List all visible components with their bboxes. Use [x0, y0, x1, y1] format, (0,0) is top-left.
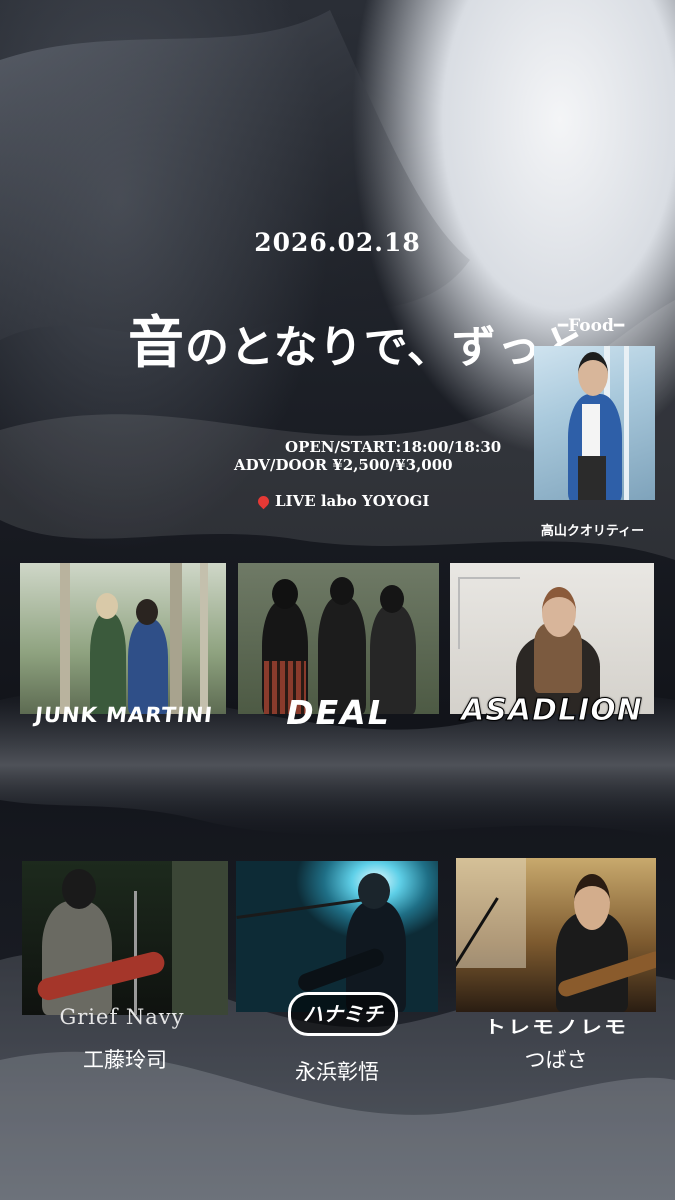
event-title-first-char: 音: [128, 311, 185, 376]
asadlion-logo: ASADLION: [461, 693, 643, 729]
food-artist-photo: [534, 346, 655, 500]
map-pin-icon: [255, 493, 272, 510]
event-title-rest: のとなりで、ずっと: [185, 322, 587, 373]
open-start-time: OPEN/START:18:00/18:30: [285, 438, 502, 456]
venue-name: LIVE labo YOYOGI: [275, 492, 430, 510]
venue: LIVE labo YOYOGI: [255, 492, 430, 510]
grief-navy-logo: Grief Navy: [59, 1005, 185, 1029]
junk-martini-logo: JUNK MARTINI: [33, 703, 215, 727]
event-date: 2026.02.18: [254, 228, 421, 257]
hanamichi-photo: [236, 861, 438, 1012]
toremonoremo-member-name: つばさ: [524, 1048, 588, 1072]
toremonoremo-photo: [456, 858, 656, 1012]
event-title: 音のとなりで、ずっと: [128, 298, 587, 379]
grief-navy-photo: [22, 861, 228, 1015]
hanamichi-logo: ハナミチ: [288, 992, 398, 1036]
toremonoremo-logo: トレモノレモ: [483, 1018, 628, 1038]
food-heading: ━Food━: [557, 316, 625, 336]
grief-navy-member-name: 工藤玲司: [83, 1048, 167, 1072]
hanamichi-member-name: 永浜彰悟: [295, 1060, 379, 1084]
ticket-price: ADV/DOOR ¥2,500/¥3,000: [234, 456, 453, 474]
deal-photo: [238, 563, 439, 714]
food-artist-name: 高山クオリティー: [540, 524, 645, 539]
junk-martini-photo: [20, 563, 226, 714]
deal-logo: DEAL: [286, 693, 391, 732]
asadlion-photo: [450, 563, 654, 714]
